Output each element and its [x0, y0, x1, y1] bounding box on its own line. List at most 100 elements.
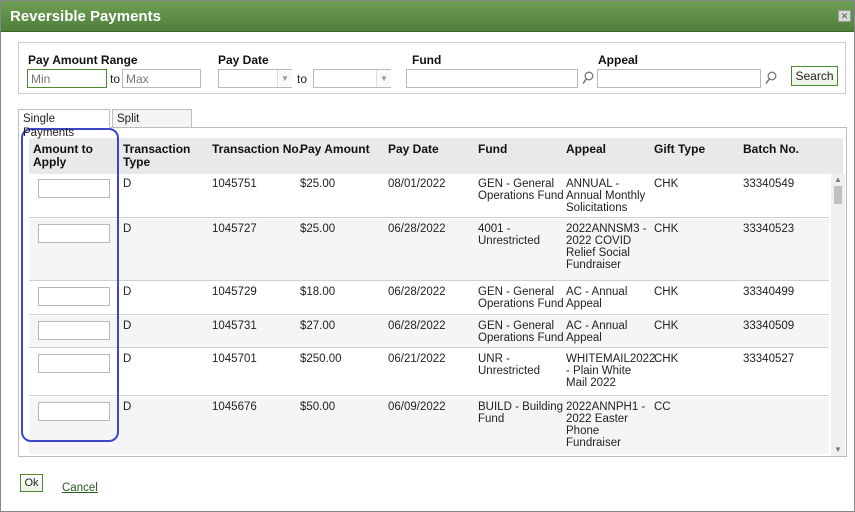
cell-pay-date: 06/21/2022: [388, 353, 446, 365]
max-amount-input[interactable]: [122, 69, 201, 88]
cell-batch-no: 33340523: [743, 223, 795, 235]
table-header: Amount to Apply Transaction Type Transacti…: [29, 138, 843, 174]
cell-fund: 4001 - Unrestricted: [478, 223, 540, 247]
cell-appeal: AC - Annual Appeal: [566, 286, 628, 310]
cell-gift-type: CHK: [654, 353, 679, 365]
cell-pay-amount: $18.00: [300, 286, 336, 298]
cancel-link[interactable]: Cancel: [62, 482, 98, 494]
appeal-input[interactable]: [597, 69, 761, 88]
cell-appeal: WHITEMAIL2022- Plain White Mail 2022: [566, 353, 656, 389]
header-fund: Fund: [478, 142, 508, 156]
search-button[interactable]: Search: [791, 66, 838, 86]
pay-date-label: Pay Date: [218, 53, 269, 67]
table-row: D 1045727 $25.00 06/28/2022 4001 - Unrest…: [29, 219, 829, 281]
scroll-down-icon[interactable]: ▼: [831, 444, 845, 456]
cell-fund: GEN - General Operations Fund: [478, 286, 564, 310]
cell-pay-amount: $25.00: [300, 223, 336, 235]
header-pay-date: Pay Date: [388, 142, 439, 156]
header-transaction-type: Transaction Type: [123, 142, 191, 169]
table-row: D 1045731 $27.00 06/28/2022 GEN - Genera…: [29, 316, 829, 348]
header-gift-type: Gift Type: [654, 142, 706, 156]
table-body: D 1045751 $25.00 08/01/2022 GEN - Genera…: [29, 174, 829, 454]
magnifier-icon[interactable]: [582, 71, 594, 85]
table-scrollbar[interactable]: ▲ ▼: [831, 174, 845, 456]
cell-pay-date: 06/28/2022: [388, 223, 446, 235]
cell-pay-amount: $50.00: [300, 401, 336, 413]
header-transaction-no: Transaction No.: [212, 142, 303, 156]
cell-fund: GEN - General Operations Fund: [478, 178, 564, 202]
amount-to-apply-input[interactable]: [38, 354, 110, 373]
cell-transaction-no: 1045676: [212, 401, 257, 413]
cell-transaction-type: D: [123, 401, 132, 413]
dialog-title: Reversible Payments: [10, 8, 161, 25]
dialog-titlebar: Reversible Payments ✕: [1, 1, 854, 32]
header-batch-no: Batch No.: [743, 142, 800, 156]
cell-transaction-type: D: [123, 320, 132, 332]
cell-appeal: 2022ANNSM3 -2022 COVID Relief Social Fundr…: [566, 223, 647, 271]
cell-gift-type: CHK: [654, 286, 679, 298]
cell-pay-amount: $250.00: [300, 353, 342, 365]
cell-batch-no: 33340549: [743, 178, 795, 190]
chevron-down-icon: ▼: [376, 70, 391, 87]
ok-button[interactable]: Ok: [20, 474, 43, 492]
table-row: D 1045701 $250.00 06/21/2022 UNR - Unrest…: [29, 349, 829, 396]
pay-amount-range-label: Pay Amount Range: [28, 53, 138, 67]
amount-to-apply-input[interactable]: [38, 179, 110, 198]
cell-batch-no: 33340509: [743, 320, 795, 332]
date-to-label: to: [297, 72, 308, 86]
cell-transaction-no: 1045729: [212, 286, 257, 298]
tab-split-payments[interactable]: Split Payments: [112, 109, 192, 139]
range-to-label: to: [110, 72, 121, 86]
cell-pay-date: 06/28/2022: [388, 286, 446, 298]
header-appeal: Appeal: [566, 142, 607, 156]
cell-fund: UNR - Unrestricted: [478, 353, 540, 377]
cell-appeal: AC - Annual Appeal: [566, 320, 628, 344]
cell-batch-no: 33340527: [743, 353, 795, 365]
reversible-payments-dialog: Reversible Payments ✕ Pay Amount Range t…: [0, 0, 855, 512]
tab-single-payments[interactable]: Single Payments: [18, 109, 110, 139]
scrollbar-thumb[interactable]: [834, 186, 842, 204]
amount-to-apply-input[interactable]: [38, 321, 110, 340]
cell-pay-date: 06/28/2022: [388, 320, 446, 332]
cell-transaction-no: 1045701: [212, 353, 257, 365]
payments-table-panel: Amount to Apply Transaction Type Transacti…: [18, 127, 847, 457]
table-row: D 1045676 $50.00 06/09/2022 BUILD - Buil…: [29, 397, 829, 454]
amount-to-apply-input[interactable]: [38, 287, 110, 306]
appeal-label: Appeal: [598, 53, 639, 67]
cell-batch-no: 33340499: [743, 286, 795, 298]
cell-transaction-type: D: [123, 353, 132, 365]
table-row: D 1045751 $25.00 08/01/2022 GEN - Genera…: [29, 174, 829, 218]
cell-appeal: ANNUAL - Annual Monthly Solicitations: [566, 178, 646, 214]
cell-fund: GEN - General Operations Fund: [478, 320, 564, 344]
cell-gift-type: CHK: [654, 178, 679, 190]
cell-transaction-type: D: [123, 178, 132, 190]
cell-fund: BUILD - Building Fund: [478, 401, 564, 425]
close-icon[interactable]: ✕: [838, 10, 851, 22]
min-amount-input[interactable]: [27, 69, 107, 88]
header-amount-to-apply: Amount to Apply: [33, 142, 93, 169]
cell-gift-type: CC: [654, 401, 671, 413]
cell-transaction-no: 1045731: [212, 320, 257, 332]
magnifier-icon[interactable]: [765, 71, 777, 85]
amount-to-apply-input[interactable]: [38, 224, 110, 243]
cell-transaction-type: D: [123, 223, 132, 235]
pay-date-from-select[interactable]: ▼: [218, 69, 292, 88]
cell-pay-amount: $25.00: [300, 178, 336, 190]
table-row: D 1045729 $18.00 06/28/2022 GEN - Genera…: [29, 282, 829, 315]
scroll-up-icon[interactable]: ▲: [831, 174, 845, 186]
chevron-down-icon: ▼: [277, 70, 292, 87]
header-pay-amount: Pay Amount: [300, 142, 370, 156]
cell-transaction-type: D: [123, 286, 132, 298]
fund-label: Fund: [412, 53, 442, 67]
cell-gift-type: CHK: [654, 223, 679, 235]
cell-pay-date: 08/01/2022: [388, 178, 446, 190]
cell-gift-type: CHK: [654, 320, 679, 332]
pay-date-to-select[interactable]: ▼: [313, 69, 391, 88]
cell-transaction-no: 1045751: [212, 178, 257, 190]
cell-appeal: 2022ANNPH1 -2022 Easter Phone Fundraiser: [566, 401, 646, 449]
cell-pay-amount: $27.00: [300, 320, 336, 332]
cell-transaction-no: 1045727: [212, 223, 257, 235]
cell-pay-date: 06/09/2022: [388, 401, 446, 413]
amount-to-apply-input[interactable]: [38, 402, 110, 421]
fund-input[interactable]: [406, 69, 578, 88]
